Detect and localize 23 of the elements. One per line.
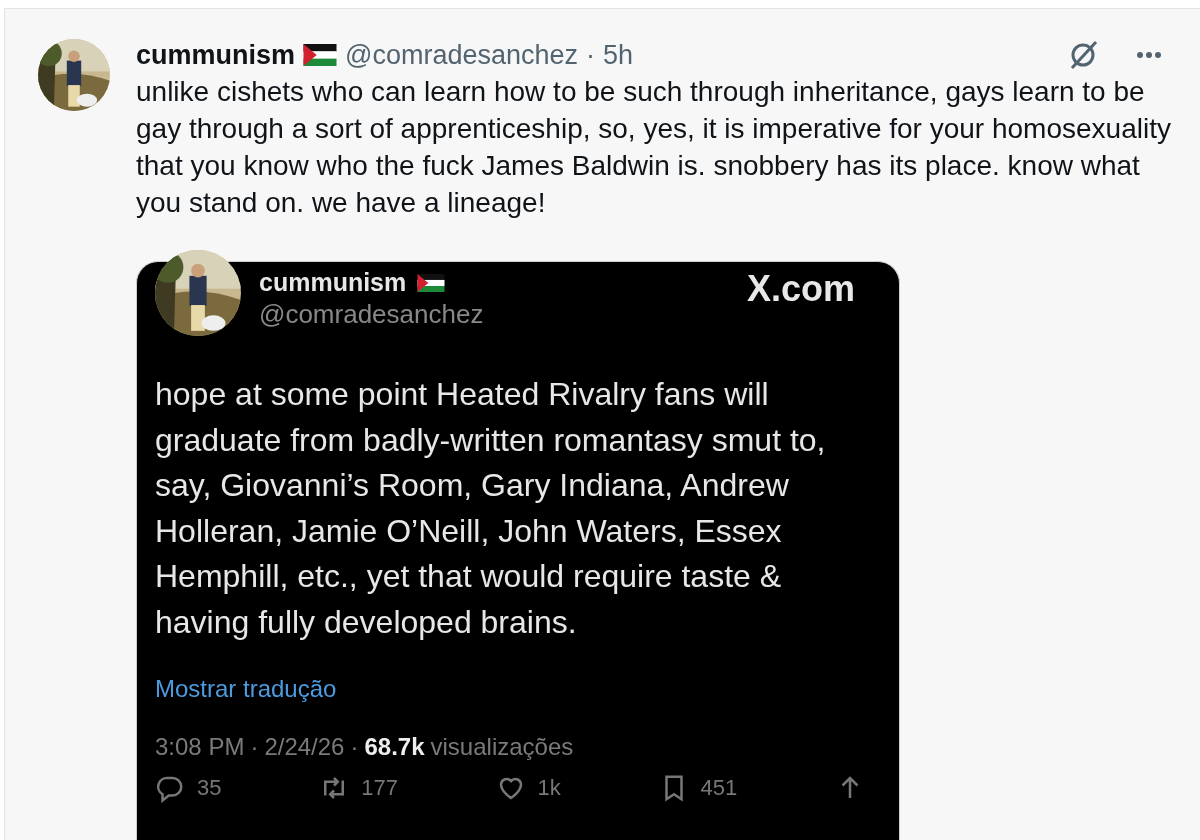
repost-count: 177 (361, 775, 398, 801)
translate-link[interactable]: Mostrar tradução (155, 675, 337, 703)
flag-icon (416, 273, 447, 292)
post-time: 3:08 PM (155, 733, 245, 761)
post-time: 5h (603, 39, 634, 71)
separator-dot: · (350, 733, 359, 761)
author-handle[interactable]: @comradesanchez (345, 39, 579, 71)
author-name[interactable]: cummunism (136, 39, 296, 71)
view-count: 68.7k (364, 733, 425, 761)
flag-icon (303, 44, 338, 66)
like-count: 1k (537, 775, 561, 801)
more-icon[interactable] (1136, 51, 1162, 59)
post-date: 2/24/26 (264, 733, 345, 761)
author-handle: @comradesanchez (259, 299, 484, 330)
bookmark-count: 451 (700, 775, 738, 801)
views-label: visualizações (430, 733, 574, 761)
quoted-text: hope at some point Heated Rivalry fans will graduate from badly-written romantasy smut to, say, Giovanni’s Room, Gary Indiana, Andrew Holleran, Jamie O’Neill, John Waters, Essex Hemphill, etc., yet that would require taste & having fully developed brains. (155, 375, 827, 642)
post-text: unlike cishets who can learn how to be such through inheritance, gays learn to be gay through a sort of apprenticeship, so, yes, it is imperative for your homosexuality that you know who the fuck James Baldwin is. snobbery has its place. know what you stand on. we have a lineage! (136, 75, 1171, 220)
reply-count: 35 (197, 775, 222, 801)
author-name: cummunism (259, 268, 407, 297)
separator-dot: · (586, 39, 596, 71)
site-label: X.com (746, 268, 855, 311)
separator-dot: · (250, 733, 259, 761)
